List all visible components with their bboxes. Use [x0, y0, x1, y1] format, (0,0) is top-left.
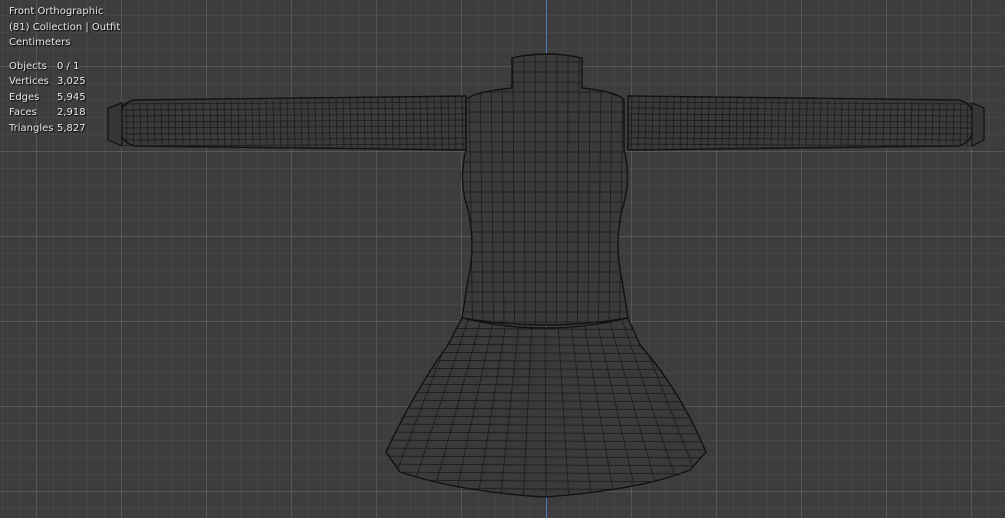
stat-objects: Objects 0 / 1 [9, 60, 80, 72]
outfit-wireframe-mesh[interactable] [0, 0, 1005, 518]
viewport-info-overlay: Front Orthographic (81) Collection | Out… [9, 4, 120, 136]
collection-label: (81) Collection | Outfit [9, 21, 121, 33]
3d-viewport[interactable]: Front Orthographic (81) Collection | Out… [0, 0, 1005, 518]
stat-edges: Edges 5,945 [9, 91, 86, 103]
units-label: Centimeters [9, 37, 71, 48]
sweater-torso [461, 53, 629, 326]
view-name: Front Orthographic [9, 6, 104, 17]
stat-vertices: Vertices 3,025 [9, 76, 86, 87]
stat-faces: Faces 2,918 [9, 107, 86, 118]
stat-triangles: Triangles 5,827 [9, 122, 86, 134]
